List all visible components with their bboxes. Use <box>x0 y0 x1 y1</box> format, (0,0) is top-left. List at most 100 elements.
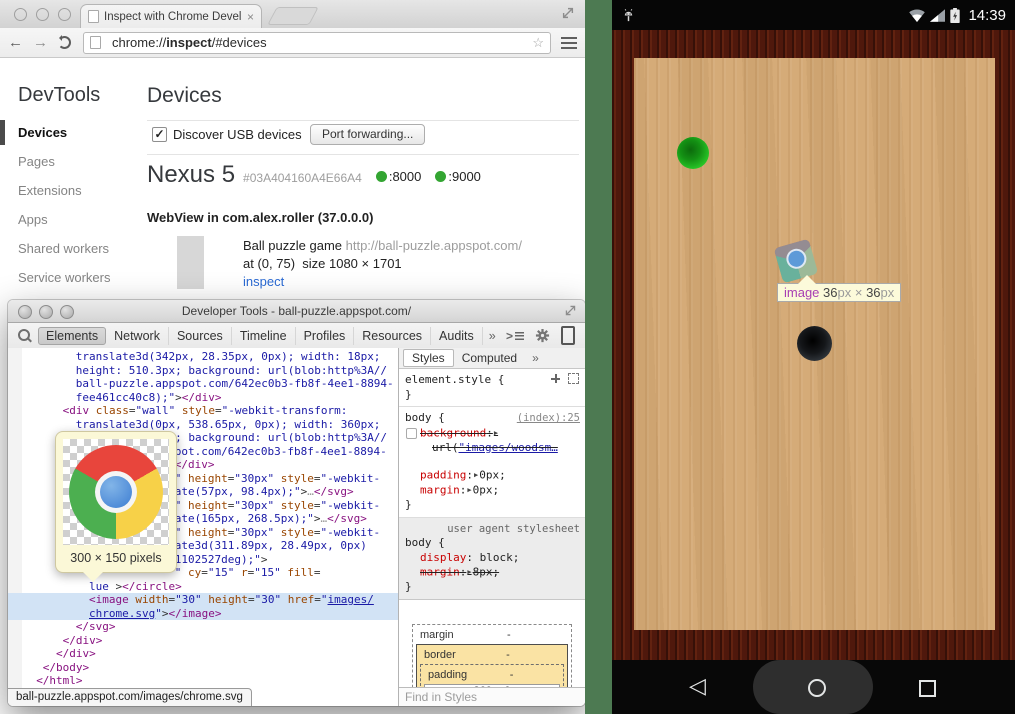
devtools-tab-profiles[interactable]: Profiles <box>296 327 355 345</box>
tab-close-icon[interactable]: × <box>247 10 254 24</box>
code-line[interactable]: fee461cc40c8);"></div> <box>8 391 398 405</box>
code-line[interactable]: <div class="wall" style="-webkit-transfo… <box>8 404 398 418</box>
code-line[interactable]: chrome.svg"></image> <box>8 607 398 621</box>
reload-button[interactable] <box>58 36 71 49</box>
zoom-window-button[interactable] <box>58 8 71 21</box>
transparency-checker <box>63 439 169 545</box>
devtools-content: translate3d(342px, 28.35px, 0px); width:… <box>8 348 585 706</box>
code-line[interactable]: </html> <box>8 674 398 688</box>
minimize-window-button[interactable] <box>39 305 53 319</box>
inspect-element-icon[interactable] <box>568 373 579 384</box>
code-line[interactable]: </div> <box>8 634 398 648</box>
style-property[interactable]: background:▶ <box>420 426 580 441</box>
devtools-tab-audits[interactable]: Audits <box>431 327 483 345</box>
url-text: chrome://inspect/#devices <box>112 35 267 50</box>
settings-gear-icon[interactable] <box>535 328 550 343</box>
browser-toolbar: ← → chrome://inspect/#devices ☆ <box>0 28 585 58</box>
devtools-window-title: Developer Tools - ball-puzzle.appspot.co… <box>182 304 411 318</box>
devtools-titlebar[interactable]: Developer Tools - ball-puzzle.appspot.co… <box>8 300 585 323</box>
sidebar-item-extensions[interactable]: Extensions <box>0 176 146 205</box>
minimize-window-button[interactable] <box>36 8 49 21</box>
dark-ball[interactable] <box>797 326 832 361</box>
recents-nav-button[interactable] <box>919 680 936 697</box>
devtools-toolbar: ElementsNetworkSourcesTimelineProfilesRe… <box>8 323 585 349</box>
property-checkbox[interactable] <box>406 428 417 439</box>
image-preview-tooltip: 300 × 150 pixels <box>55 431 177 573</box>
port-forward-entry: :9000 <box>435 169 481 184</box>
find-in-styles-input[interactable] <box>399 690 585 704</box>
port-status-dot <box>435 171 446 182</box>
device-ports: :8000:9000 <box>362 169 481 184</box>
code-line[interactable]: ball-puzzle.appspot.com/642ec0b3-fb8f-4e… <box>8 377 398 391</box>
box-model-diagram: margin- border- padding- 360 × 0 <box>399 600 585 688</box>
element-style-section: element.style { } <box>399 369 585 407</box>
element-highlight-tooltip: image 36px × 36px <box>777 283 901 302</box>
zoom-window-button[interactable] <box>60 305 74 319</box>
styles-scroll-area[interactable]: element.style { } body { (index):25 <box>399 369 585 687</box>
tab-styles[interactable]: Styles <box>403 349 454 367</box>
rule-source-link[interactable]: (index):25 <box>517 411 580 426</box>
window-expand-icon[interactable] <box>564 304 577 317</box>
code-line[interactable]: <image width="30" height="30" href="imag… <box>8 593 398 607</box>
page-icon <box>88 10 99 23</box>
forward-button[interactable]: → <box>33 34 48 51</box>
close-window-button[interactable] <box>18 305 32 319</box>
tab-overflow-chevron[interactable]: » <box>483 329 502 343</box>
ua-stylesheet-label: user agent stylesheet <box>405 522 580 537</box>
tab-computed[interactable]: Computed <box>454 350 525 366</box>
rule-selector: body { <box>405 536 580 551</box>
style-property[interactable]: display: block; <box>420 551 580 566</box>
styles-overflow-chevron[interactable]: » <box>525 351 546 365</box>
back-button[interactable]: ← <box>8 34 23 51</box>
new-style-rule-icon[interactable] <box>551 374 560 383</box>
device-toolbar-icon[interactable] <box>561 326 575 345</box>
back-nav-button[interactable]: ◁ <box>689 673 706 699</box>
devtools-tab-timeline[interactable]: Timeline <box>232 327 296 345</box>
window-controls <box>14 8 80 21</box>
console-drawer-icon[interactable]: > <box>506 329 524 343</box>
chrome-menu-icon[interactable] <box>561 37 577 49</box>
devtools-tab-sources[interactable]: Sources <box>169 327 232 345</box>
android-status-bar: 14:39 <box>612 0 1015 30</box>
sidebar-item-service-workers[interactable]: Service workers <box>0 263 146 292</box>
code-line[interactable]: </body> <box>8 661 398 675</box>
code-line[interactable]: </div> <box>8 647 398 661</box>
close-window-button[interactable] <box>14 8 27 21</box>
code-line[interactable]: </svg> <box>8 620 398 634</box>
target-position: at (0, 75) <box>243 256 295 271</box>
url-bar[interactable]: chrome://inspect/#devices ☆ <box>83 32 551 54</box>
padding-box[interactable]: padding- 360 × 0 <box>420 664 564 688</box>
usb-debugging-droid-icon <box>621 8 636 23</box>
bookmark-star-icon[interactable]: ☆ <box>532 35 544 51</box>
style-property[interactable]: padding:▶0px; <box>420 468 580 483</box>
code-line[interactable]: translate3d(0px, 538.65px, 0px); width: … <box>8 418 398 432</box>
sidebar-item-devices[interactable]: Devices <box>0 118 146 147</box>
margin-box[interactable]: margin- border- padding- 360 × 0 <box>412 624 572 688</box>
sidebar-item-pages[interactable]: Pages <box>0 147 146 176</box>
code-line[interactable]: translate3d(342px, 28.35px, 0px); width:… <box>8 350 398 364</box>
clock: 14:39 <box>968 7 1006 24</box>
code-line[interactable]: height: 510.3px; background: url(blob:ht… <box>8 364 398 378</box>
browser-tab[interactable]: Inspect with Chrome Devel × <box>80 4 262 28</box>
border-box[interactable]: border- padding- 360 × 0 <box>416 644 568 688</box>
new-tab-button[interactable] <box>267 7 319 25</box>
search-icon[interactable] <box>18 329 30 341</box>
devtools-tab-resources[interactable]: Resources <box>354 327 431 345</box>
inspect-link[interactable]: inspect <box>243 274 284 289</box>
home-nav-button[interactable] <box>808 679 826 697</box>
style-property[interactable]: margin:▶0px; <box>420 483 580 498</box>
style-property[interactable]: margin:▶8px; <box>420 565 580 580</box>
devtools-tab-network[interactable]: Network <box>106 327 169 345</box>
devtools-tab-elements[interactable]: Elements <box>38 327 106 345</box>
window-expand-icon[interactable] <box>561 6 575 20</box>
code-line[interactable]: lue ></circle> <box>8 580 398 594</box>
sidebar-items: DevicesPagesExtensionsAppsShared workers… <box>0 118 146 292</box>
green-ball[interactable] <box>677 137 709 169</box>
sidebar-item-shared-workers[interactable]: Shared workers <box>0 234 146 263</box>
webview-info: Ball puzzle game http://ball-puzzle.apps… <box>243 237 522 291</box>
sidebar-item-apps[interactable]: Apps <box>0 205 146 234</box>
discover-usb-checkbox[interactable]: ✓ <box>152 127 167 142</box>
port-forwarding-button[interactable]: Port forwarding... <box>310 124 425 145</box>
device-name: Nexus 5 <box>147 161 235 189</box>
style-property[interactable]: url("images/woodsm… <box>420 441 580 456</box>
